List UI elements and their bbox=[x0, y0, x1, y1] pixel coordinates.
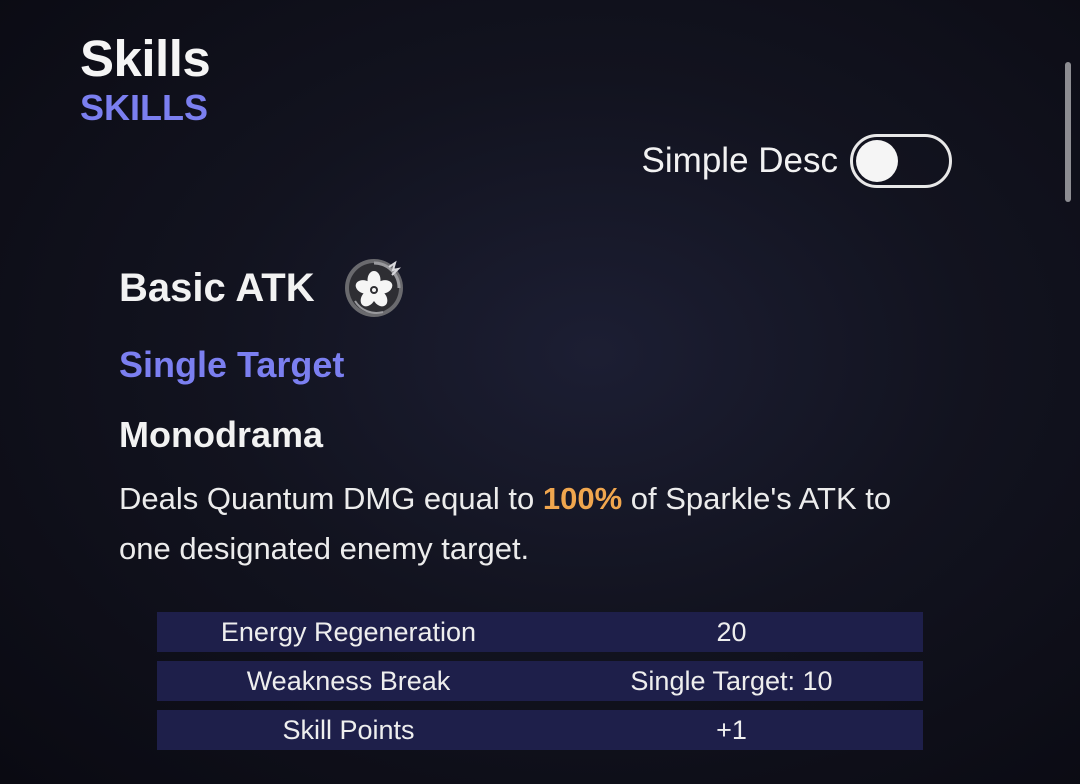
stats-value: +1 bbox=[716, 714, 747, 745]
toggle-knob bbox=[856, 140, 898, 182]
stats-value: 20 bbox=[716, 616, 747, 647]
scrollbar[interactable] bbox=[1065, 62, 1071, 202]
stats-row: Energy Regeneration 20 bbox=[157, 612, 923, 652]
description-text: Deals Quantum DMG equal to bbox=[119, 481, 543, 516]
simple-desc-setting: Simple Desc bbox=[642, 132, 952, 190]
skill-header: Basic ATK bbox=[119, 257, 405, 319]
stats-label: Energy Regeneration bbox=[220, 616, 477, 647]
page-subtitle: SKILLS bbox=[80, 87, 209, 128]
stats-value: Single Target: 10 bbox=[630, 665, 833, 696]
description-highlight-value: 100% bbox=[542, 481, 623, 516]
skill-description: Deals Quantum DMG equal to 100% of Spark… bbox=[119, 474, 939, 574]
stats-label: Skill Points bbox=[282, 714, 415, 745]
page-title: Skills bbox=[80, 30, 211, 87]
stats-row: Skill Points +1 bbox=[157, 710, 923, 750]
skill-target-type: Single Target bbox=[119, 344, 345, 385]
stats-row: Weakness Break Single Target: 10 bbox=[157, 661, 923, 701]
stats-label: Weakness Break bbox=[246, 665, 451, 696]
skill-name: Monodrama bbox=[119, 414, 324, 455]
simple-desc-toggle[interactable] bbox=[850, 134, 952, 188]
stats-table: Energy Regeneration 20 Weakness Break Si… bbox=[157, 612, 923, 759]
flower-emblem-icon bbox=[344, 259, 403, 317]
simple-desc-label: Simple Desc bbox=[641, 141, 838, 180]
skill-type: Basic ATK bbox=[119, 265, 315, 310]
